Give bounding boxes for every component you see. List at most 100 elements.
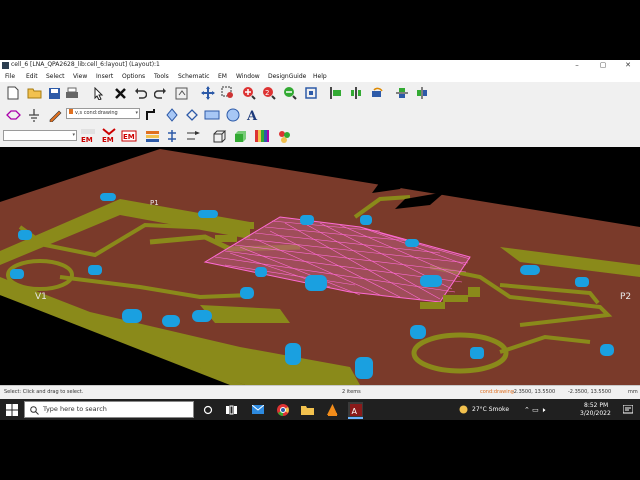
insert-rectangle-icon[interactable]: [204, 107, 220, 123]
maximize-button[interactable]: ▢: [592, 60, 614, 71]
svg-text:A: A: [351, 407, 357, 416]
insert-polygon-icon[interactable]: [164, 107, 180, 123]
menu-designguide[interactable]: DesignGuide: [268, 73, 306, 80]
ports-arrow-icon[interactable]: [185, 128, 201, 144]
insert-circle-icon[interactable]: [225, 107, 241, 123]
mirror-y-icon[interactable]: [414, 85, 430, 101]
zoom-out-icon[interactable]: [282, 85, 298, 101]
menu-bar: File Edit Select View Insert Options Too…: [0, 71, 640, 82]
ads-layout-window: cell_6 [LNA_QPA2628_lib:cell_6:layout] (…: [0, 60, 640, 420]
layout-3d-canvas[interactable]: P1 V1 P2: [0, 147, 640, 385]
view-all-icon[interactable]: [303, 85, 319, 101]
layer-colors-icon[interactable]: [254, 128, 270, 144]
search-icon: [30, 406, 39, 415]
toolbar-draw: v,s cond:drawing ▾ A: [0, 105, 640, 125]
taskbar-search-box[interactable]: Type here to search: [24, 401, 194, 418]
toolbar-em: ▾ EM EM EM: [0, 126, 640, 147]
system-tray-icons[interactable]: ⌃ ▭ 🕨: [524, 406, 545, 415]
clock-time[interactable]: 8:52 PM: [584, 402, 608, 409]
component-select[interactable]: ▾: [3, 130, 77, 141]
windows-start-icon[interactable]: [4, 402, 19, 417]
title-bar: cell_6 [LNA_QPA2628_lib:cell_6:layout] (…: [0, 60, 640, 71]
undo-icon[interactable]: [132, 85, 148, 101]
svg-text:EM: EM: [102, 136, 114, 144]
select-pointer-icon[interactable]: [91, 85, 107, 101]
port-label-p1: P1: [150, 199, 159, 207]
svg-text:A: A: [246, 109, 258, 122]
insert-polyline-icon[interactable]: [184, 107, 200, 123]
cortana-icon[interactable]: [200, 402, 215, 417]
ads-taskbar-icon[interactable]: A: [348, 402, 363, 419]
close-button[interactable]: ✕: [617, 60, 639, 71]
minimize-button[interactable]: –: [566, 60, 588, 71]
align-left-icon[interactable]: [328, 85, 344, 101]
radial-stub-right: [411, 332, 509, 374]
mail-icon[interactable]: [250, 402, 265, 417]
notifications-icon[interactable]: [620, 402, 635, 417]
move-icon[interactable]: [200, 85, 216, 101]
toolbar-main: 2: [0, 83, 640, 104]
vlc-icon[interactable]: [325, 402, 340, 417]
menu-help[interactable]: Help: [313, 73, 327, 80]
align-center-icon[interactable]: [348, 85, 364, 101]
layer-color-swatch: [69, 109, 73, 114]
menu-tools[interactable]: Tools: [154, 73, 169, 80]
menu-schematic[interactable]: Schematic: [178, 73, 209, 80]
zoom-in-icon[interactable]: [241, 85, 257, 101]
window-title: cell_6 [LNA_QPA2628_lib:cell_6:layout] (…: [11, 61, 160, 68]
rotate-icon[interactable]: [369, 85, 385, 101]
repeat-icon[interactable]: [173, 85, 189, 101]
windows-taskbar: Type here to search A 27°C Smoke ⌃ ▭ 🕨 8…: [0, 399, 640, 420]
layer-pencil-icon[interactable]: [47, 107, 63, 123]
3d-box-icon[interactable]: [232, 128, 248, 144]
em-simulate-icon[interactable]: EM: [101, 128, 117, 144]
weather-icon[interactable]: [456, 402, 471, 417]
file-explorer-icon[interactable]: [300, 402, 315, 417]
port-label-p2: P2: [620, 292, 631, 302]
insert-trace-icon[interactable]: [144, 107, 160, 123]
open-folder-icon[interactable]: [26, 85, 42, 101]
port-label-v1: V1: [35, 292, 47, 302]
status-coord-1: -2.3500, 13.5500: [512, 389, 556, 395]
ground-icon[interactable]: [26, 107, 42, 123]
port-editor-icon[interactable]: [164, 128, 180, 144]
component-3d-icon[interactable]: [276, 128, 292, 144]
status-item-count: 2 items: [342, 389, 361, 395]
redo-icon[interactable]: [152, 85, 168, 101]
menu-window[interactable]: Window: [236, 73, 260, 80]
menu-select[interactable]: Select: [46, 73, 65, 80]
svg-text:2: 2: [265, 89, 269, 97]
status-coord-2: -2.3500, 13.5500: [568, 389, 612, 395]
menu-view[interactable]: View: [73, 73, 87, 80]
print-icon[interactable]: [64, 85, 80, 101]
substrate-icon[interactable]: [144, 128, 160, 144]
zoom-area-icon[interactable]: [220, 85, 236, 101]
clock-date[interactable]: 3/20/2022: [580, 410, 611, 417]
save-icon[interactable]: [46, 85, 62, 101]
delete-icon[interactable]: [112, 85, 128, 101]
weather-text[interactable]: 27°C Smoke: [472, 406, 509, 413]
menu-file[interactable]: File: [5, 73, 15, 80]
3d-view-icon[interactable]: [211, 128, 227, 144]
svg-text:EM: EM: [123, 133, 135, 141]
menu-edit[interactable]: Edit: [26, 73, 38, 80]
new-file-icon[interactable]: [5, 85, 21, 101]
insert-text-icon[interactable]: A: [245, 107, 261, 123]
app-icon: [2, 62, 9, 69]
port-icon[interactable]: [5, 107, 21, 123]
chrome-icon[interactable]: [275, 402, 290, 417]
menu-options[interactable]: Options: [122, 73, 145, 80]
svg-text:EM: EM: [81, 136, 93, 144]
zoom-in-2x-icon[interactable]: 2: [261, 85, 277, 101]
menu-em[interactable]: EM: [218, 73, 227, 80]
menu-insert[interactable]: Insert: [96, 73, 113, 80]
mirror-x-icon[interactable]: [394, 85, 410, 101]
em-setup-icon[interactable]: EM: [80, 128, 96, 144]
task-view-icon[interactable]: [224, 402, 239, 417]
layer-select[interactable]: v,s cond:drawing ▾: [66, 108, 140, 119]
em-model-icon[interactable]: EM: [121, 128, 137, 144]
chevron-down-icon: ▾: [72, 132, 75, 138]
taskbar-search-placeholder: Type here to search: [43, 405, 107, 413]
status-unit: mm: [628, 389, 638, 395]
status-hint: Select: Click and drag to select.: [4, 389, 84, 395]
